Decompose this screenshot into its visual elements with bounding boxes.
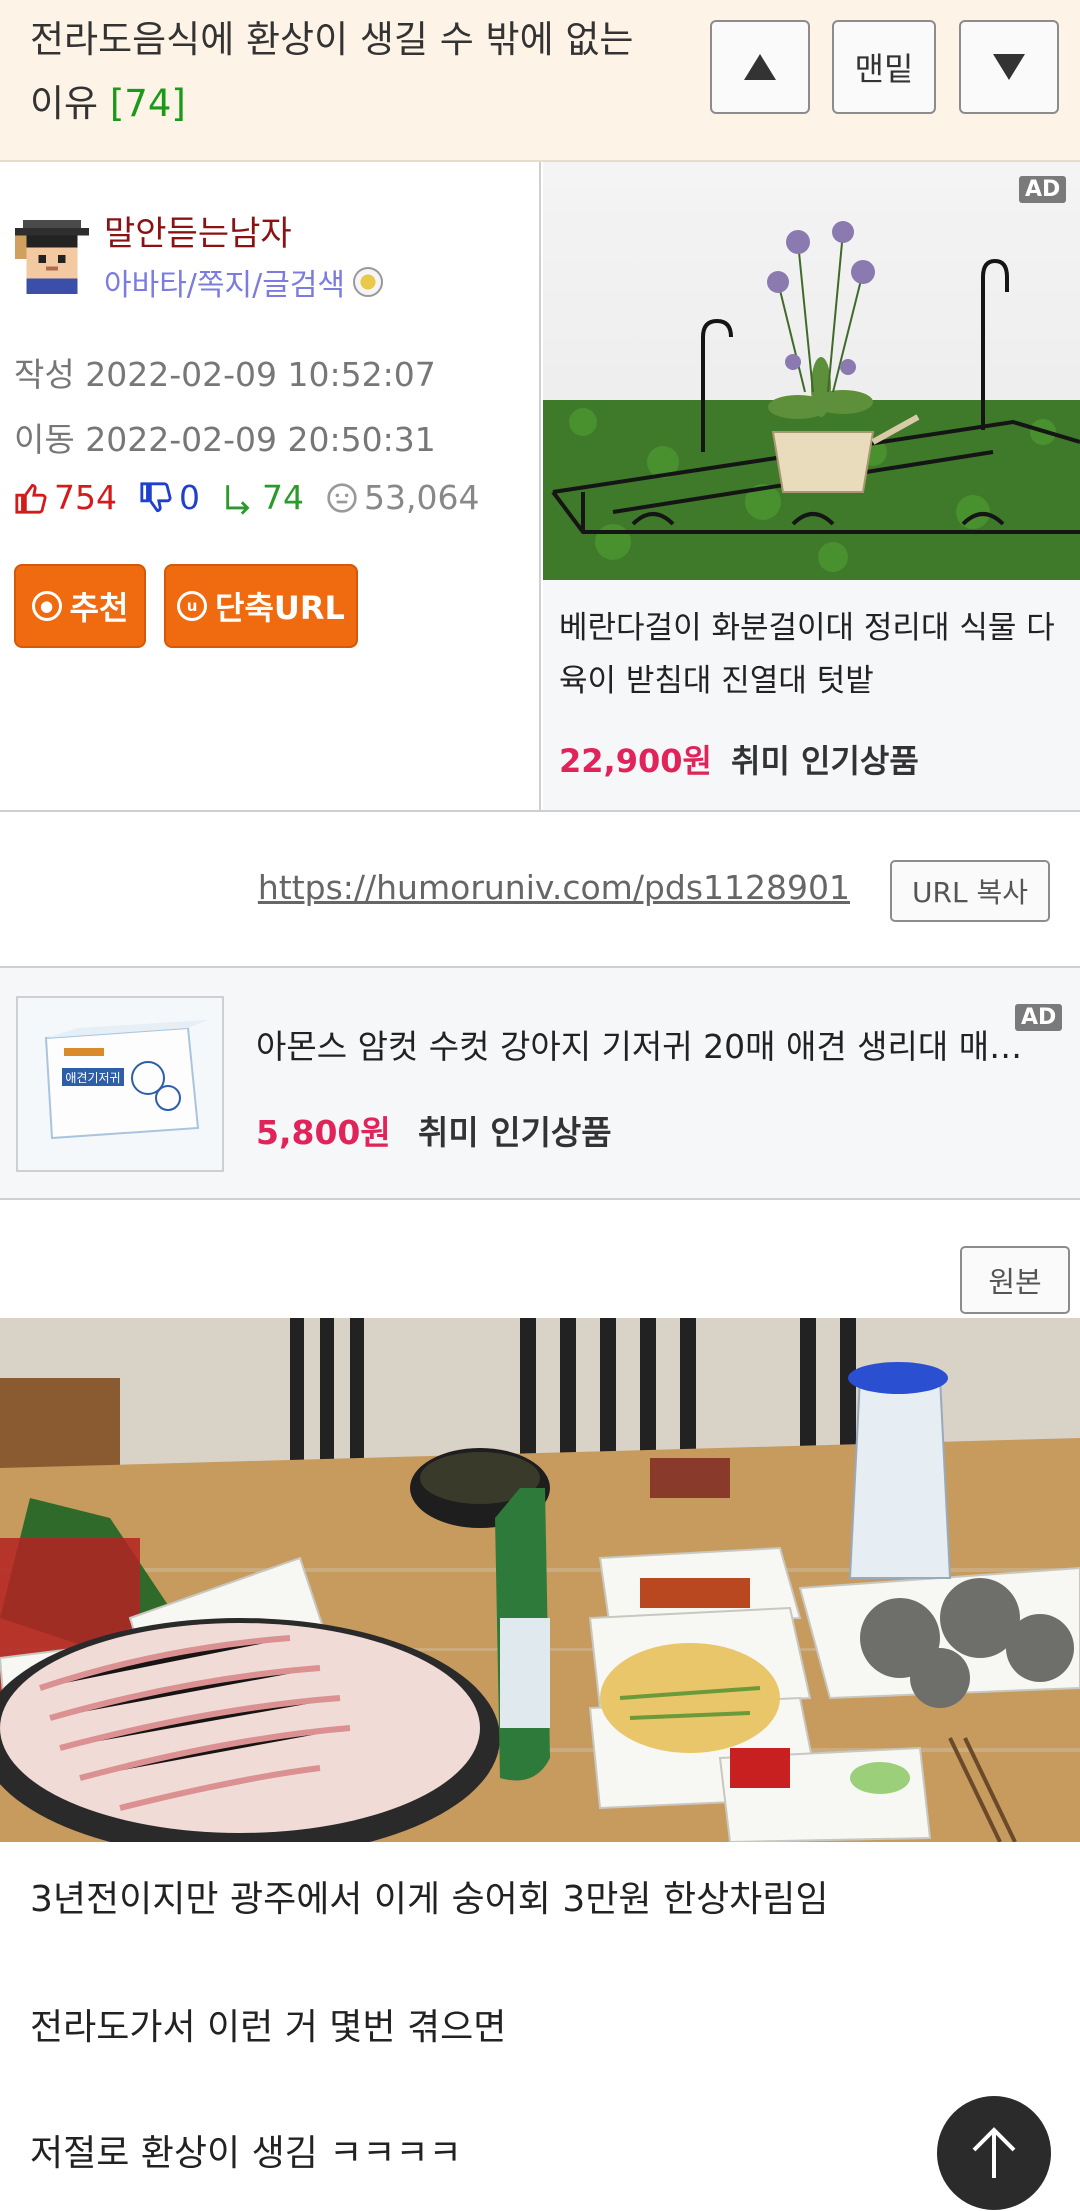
share-arrow-icon: [226, 484, 250, 515]
author-nickname[interactable]: 말안듣는남자: [104, 206, 292, 255]
ad-title[interactable]: 베란다걸이 화분걸이대 정리대 식물 다육이 받침대 진열대 텃밭: [559, 602, 1069, 708]
go-bottom-button[interactable]: 맨밑: [832, 20, 936, 114]
triangle-up-icon: [744, 54, 776, 80]
dislike-stat: 0: [139, 478, 200, 517]
share-stat: 74: [222, 478, 304, 517]
post-stats: 754 0 74 53,064: [14, 478, 501, 517]
ad2-price: 5,800원: [256, 1113, 391, 1152]
thumbs-down-icon: [140, 481, 172, 512]
post-url-link[interactable]: https://humoruniv.com/pds1128901: [258, 868, 850, 907]
scroll-up-button[interactable]: [710, 20, 810, 114]
comment-count[interactable]: [74]: [110, 82, 186, 125]
ad-badge: AD: [1019, 176, 1067, 203]
original-image-button[interactable]: 원본: [960, 1246, 1070, 1314]
u-circle-icon: u: [177, 591, 208, 621]
ad-price: 22,900원: [559, 742, 712, 780]
body-line-2: 전라도가서 이런 거 몇번 겪으면: [30, 2007, 507, 2048]
ad-category: 취미 인기상품: [731, 742, 919, 780]
avatar[interactable]: [14, 220, 90, 294]
smiley-icon: [327, 482, 357, 513]
post-photo[interactable]: [0, 1318, 1080, 1842]
created-date: 작성 2022-02-09 10:52:07: [14, 355, 436, 394]
ad-product-image[interactable]: [543, 162, 1080, 580]
recommend-button[interactable]: ● 추천: [14, 564, 146, 648]
product-ad-2[interactable]: 애견기저귀 AD 아몬스 암컷 수컷 강아지 기저귀 20매 애견 생리대 매너…: [0, 968, 1080, 1200]
ad2-title[interactable]: 아몬스 암컷 수컷 강아지 기저귀 20매 애견 생리대 매너벨트: [256, 1020, 1032, 1068]
view-count: 53,064: [364, 478, 480, 517]
url-row: https://humoruniv.com/pds1128901 URL 복사: [0, 812, 1080, 968]
body-line-3: 저절로 환상이 생김 ㅋㅋㅋㅋ: [30, 2133, 462, 2174]
like-count: 754: [54, 478, 117, 517]
author-links[interactable]: 아바타/쪽지/글검색: [104, 260, 384, 304]
product-ad[interactable]: AD 베란다걸이 화분걸이대 정리대 식물 다육이 받침대 진열대 텃밭 22,…: [543, 162, 1080, 810]
short-url-label: 단축URL: [215, 589, 345, 627]
body-line-1: 3년전이지만 광주에서 이게 숭어회 3만원 한상차림임: [30, 1879, 829, 1920]
url-copy-button[interactable]: URL 복사: [890, 860, 1050, 922]
ad2-thumb-text: 애견기저귀: [65, 1071, 120, 1085]
dislike-count: 0: [179, 478, 200, 517]
scroll-to-top-button[interactable]: [937, 2096, 1051, 2210]
like-stat: 754: [14, 478, 117, 517]
moved-date: 이동 2022-02-09 20:50:31: [14, 420, 436, 459]
thumbs-up-icon: [15, 483, 47, 514]
author-panel: 말안듣는남자 아바타/쪽지/글검색 작성 2022-02-09 10:52:07…: [0, 162, 541, 810]
share-count: 74: [262, 478, 304, 517]
triangle-down-icon: [993, 54, 1025, 80]
view-stat: 53,064: [326, 478, 479, 517]
target-icon: ●: [31, 591, 62, 621]
medal-icon: [353, 267, 384, 297]
post-title: 전라도음식에 환상이 생길 수 밖에 없는 이유 [74]: [30, 8, 650, 136]
ad2-product-image[interactable]: 애견기저귀: [16, 996, 224, 1172]
scroll-down-button[interactable]: [959, 20, 1059, 114]
arrow-up-icon: [972, 2127, 1016, 2178]
recommend-label: 추천: [69, 589, 129, 627]
ad2-category: 취미 인기상품: [418, 1113, 612, 1152]
short-url-button[interactable]: u 단축URL: [164, 564, 358, 648]
author-links-text[interactable]: 아바타/쪽지/글검색: [104, 260, 345, 304]
post-header: 전라도음식에 환상이 생길 수 밖에 없는 이유 [74] 맨밑: [0, 0, 1080, 162]
post-info-row: 말안듣는남자 아바타/쪽지/글검색 작성 2022-02-09 10:52:07…: [0, 162, 1080, 812]
